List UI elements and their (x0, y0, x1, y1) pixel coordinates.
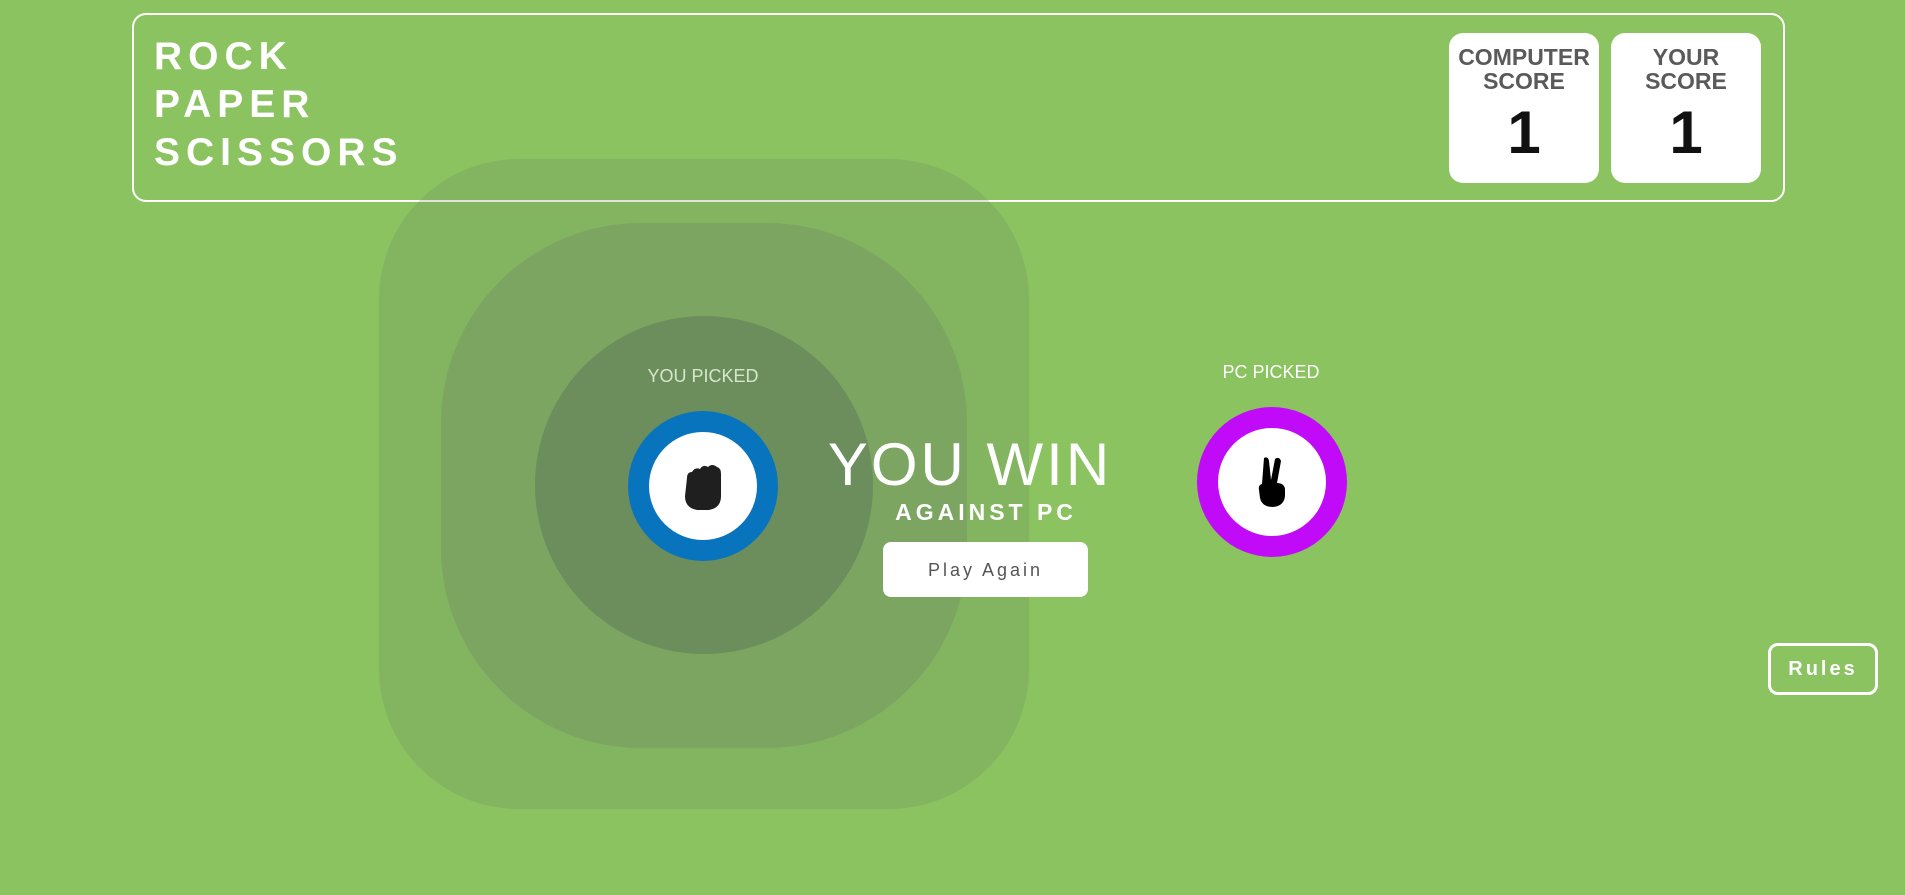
pc-choice-scissors (1197, 407, 1347, 557)
your-score-card: YOUR SCORE 1 (1611, 33, 1761, 183)
play-again-button[interactable]: Play Again (883, 542, 1088, 597)
header-bar: ROCK PAPER SCISSORS COMPUTER SCORE 1 YOU… (132, 13, 1785, 202)
title-line-paper: PAPER (154, 83, 316, 126)
rules-button[interactable]: Rules (1768, 643, 1878, 695)
title-line-rock: ROCK (154, 35, 293, 78)
your-score-label-line2: SCORE (1645, 68, 1727, 94)
game-title: ROCK PAPER SCISSORS (154, 33, 404, 177)
your-score-label-line1: YOUR (1652, 44, 1720, 70)
your-score-value: 1 (1669, 99, 1703, 166)
your-choice-inner (649, 432, 757, 540)
pc-picked-label: PC PICKED (1222, 362, 1320, 382)
computer-score-value: 1 (1507, 99, 1541, 166)
pc-choice-inner (1218, 428, 1326, 536)
you-picked-label: YOU PICKED (647, 366, 759, 386)
result-subtitle: AGAINST PC (895, 499, 1077, 525)
peace-hand-icon (1258, 457, 1285, 507)
result-title: YOU WIN (827, 431, 1113, 498)
computer-score-label: COMPUTER SCORE (1449, 45, 1599, 93)
game-page: ROCK PAPER SCISSORS COMPUTER SCORE 1 YOU… (0, 0, 1905, 895)
computer-score-label-line2: SCORE (1483, 68, 1565, 94)
title-line-scissors: SCISSORS (154, 131, 404, 174)
fist-icon (685, 465, 721, 510)
computer-score-label-line1: COMPUTER (1458, 44, 1590, 70)
computer-score-card: COMPUTER SCORE 1 (1449, 33, 1599, 183)
your-choice-rock (628, 411, 778, 561)
your-score-label: YOUR SCORE (1611, 45, 1761, 93)
